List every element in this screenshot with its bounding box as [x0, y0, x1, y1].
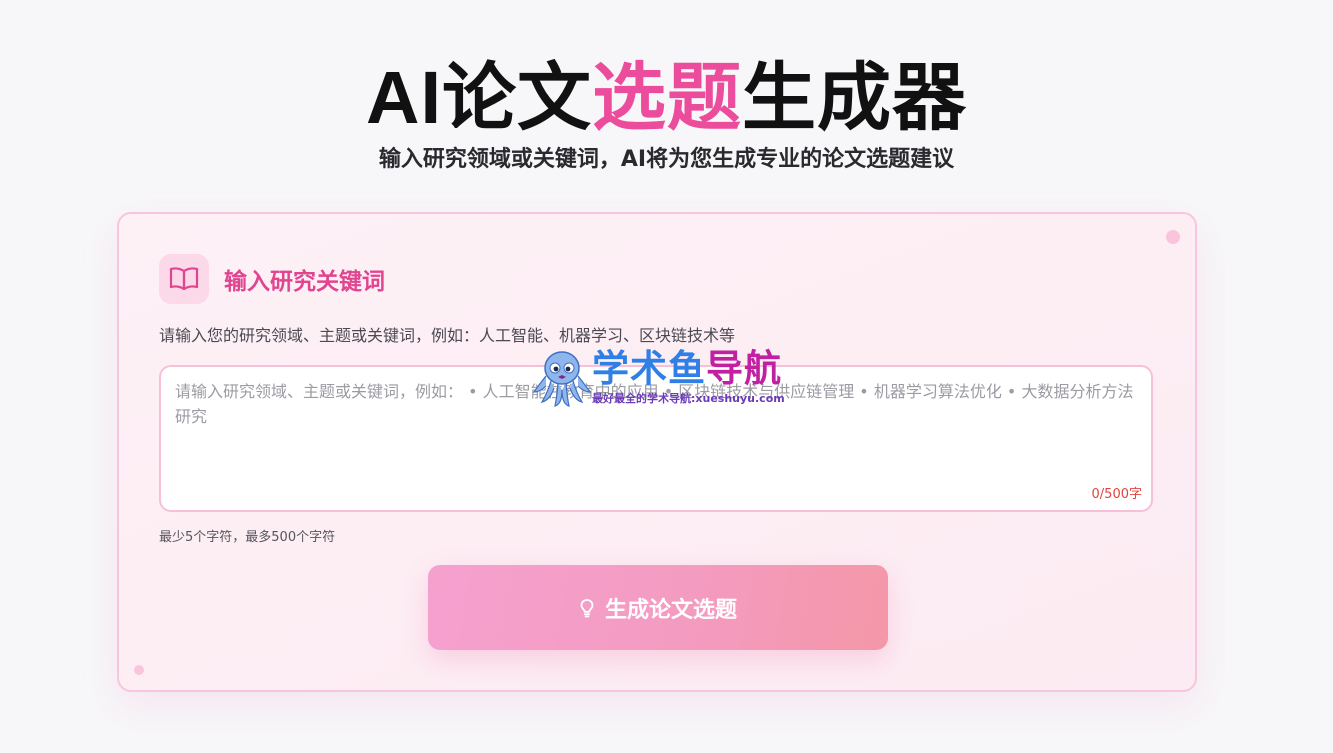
watermark-brand-part1: 学术鱼	[592, 346, 706, 390]
keyword-input-card: 输入研究关键词 请输入您的研究领域、主题或关键词，例如：人工智能、机器学习、区块…	[117, 212, 1197, 692]
page: AI论文选题生成器 输入研究领域或关键词，AI将为您生成专业的论文选题建议 输入…	[0, 0, 1333, 753]
section-title: 输入研究关键词	[224, 269, 385, 295]
octopus-mascot-icon	[532, 351, 592, 407]
generate-topics-button[interactable]: 生成论文选题	[428, 565, 888, 650]
open-book-icon	[159, 254, 209, 304]
decorative-dot	[134, 665, 144, 675]
character-counter: 0/500字	[1091, 487, 1142, 502]
page-title: AI论文选题生成器	[0, 52, 1333, 144]
generate-button-label: 生成论文选题	[604, 597, 737, 623]
length-limit-note: 最少5个字符，最多500个字符	[159, 530, 336, 545]
watermark-brand-part2: 导航	[706, 346, 782, 390]
lightbulb-icon	[579, 598, 595, 618]
decorative-dot	[1166, 230, 1180, 244]
page-title-part2: 生成器	[742, 56, 967, 139]
watermark-text: 学术鱼导航 最好最全的学术导航:xueshuyu.com	[592, 346, 785, 406]
section-header: 输入研究关键词	[159, 254, 385, 304]
helper-text: 请输入您的研究领域、主题或关键词，例如：人工智能、机器学习、区块链技术等	[159, 326, 736, 345]
page-title-accent: 选题	[592, 56, 742, 139]
watermark-brand: 学术鱼导航	[592, 346, 785, 390]
page-subtitle: 输入研究领域或关键词，AI将为您生成专业的论文选题建议	[378, 147, 955, 172]
page-title-part1: AI论文	[366, 56, 592, 139]
watermark-logo: 学术鱼导航 最好最全的学术导航:xueshuyu.com	[532, 344, 807, 410]
watermark-tagline: 最好最全的学术导航:xueshuyu.com	[592, 391, 785, 405]
